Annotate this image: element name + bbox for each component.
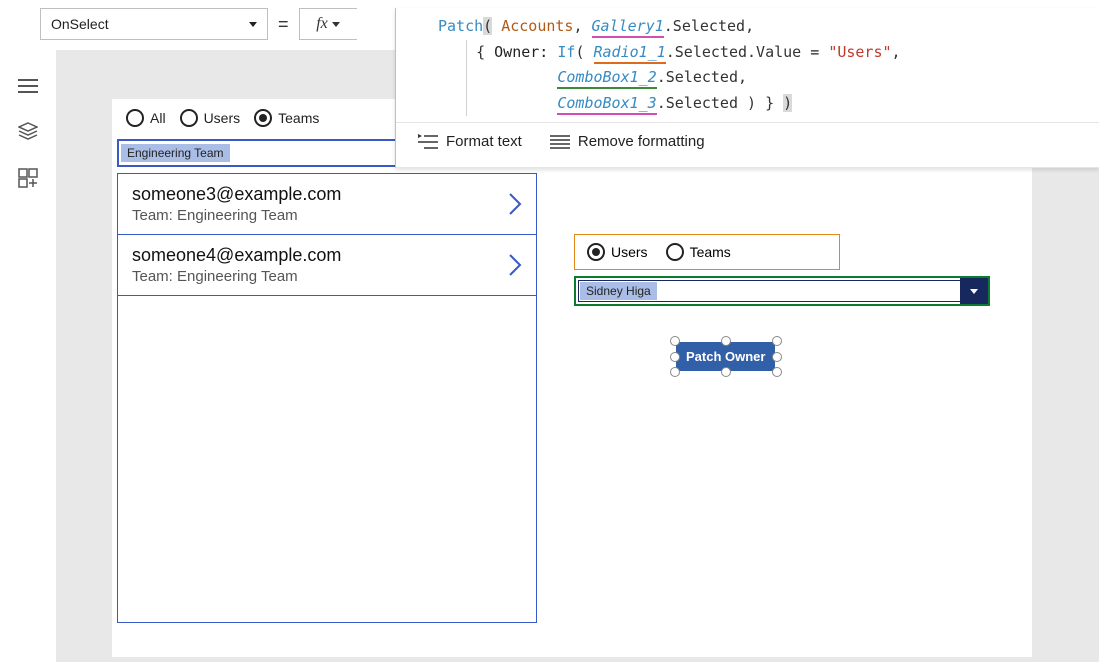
radio-label: Users — [611, 244, 648, 260]
formula-text[interactable]: Patch( Accounts, Gallery1.Selected, { Ow… — [396, 8, 1099, 122]
hamburger-icon[interactable] — [18, 78, 38, 94]
combobox-chip: Engineering Team — [121, 144, 230, 162]
radio-icon — [254, 109, 272, 127]
radio-label: Teams — [690, 244, 731, 260]
formula-bar-expanded[interactable]: Patch( Accounts, Gallery1.Selected, { Ow… — [395, 8, 1099, 168]
resize-handle-icon[interactable] — [721, 367, 731, 377]
layers-icon[interactable] — [18, 122, 38, 140]
radio-icon — [587, 243, 605, 261]
user-combobox[interactable]: Sidney Higa — [574, 276, 990, 306]
format-text-label: Format text — [446, 133, 522, 150]
chevron-down-icon — [960, 278, 988, 304]
remove-formatting-label: Remove formatting — [578, 133, 705, 150]
fx-button[interactable]: fx — [299, 8, 357, 40]
selected-control: Patch Owner — [676, 342, 776, 371]
gallery-item-subtitle: Team: Engineering Team — [132, 207, 341, 224]
gallery-item-title: someone3@example.com — [132, 184, 341, 205]
radio-teams[interactable]: Teams — [666, 243, 731, 261]
chevron-down-icon — [332, 22, 340, 27]
property-dropdown[interactable]: OnSelect — [40, 8, 268, 40]
chevron-right-icon — [508, 192, 522, 216]
radio-group-ownertype[interactable]: Users Teams — [574, 234, 840, 270]
radio-users[interactable]: Users — [180, 109, 241, 127]
property-name: OnSelect — [51, 16, 109, 32]
resize-handle-icon[interactable] — [670, 367, 680, 377]
remove-format-icon — [550, 134, 570, 150]
resize-handle-icon[interactable] — [772, 336, 782, 346]
radio-users[interactable]: Users — [587, 243, 648, 261]
gallery-item-subtitle: Team: Engineering Team — [132, 268, 341, 285]
resize-handle-icon[interactable] — [721, 336, 731, 346]
radio-label: Teams — [278, 110, 319, 126]
gallery-item[interactable]: someone4@example.com Team: Engineering T… — [118, 235, 536, 296]
gallery-item-title: someone4@example.com — [132, 245, 341, 266]
resize-handle-icon[interactable] — [670, 352, 680, 362]
resize-handle-icon[interactable] — [772, 367, 782, 377]
radio-all[interactable]: All — [126, 109, 166, 127]
chevron-right-icon — [508, 253, 522, 277]
equals-label: = — [278, 14, 289, 35]
owner-gallery[interactable]: someone3@example.com Team: Engineering T… — [117, 173, 537, 623]
gallery-item[interactable]: someone3@example.com Team: Engineering T… — [118, 174, 536, 235]
fx-icon: fx — [316, 15, 328, 33]
resize-handle-icon[interactable] — [772, 352, 782, 362]
combobox-chip: Sidney Higa — [580, 282, 657, 300]
insert-icon[interactable] — [18, 168, 38, 188]
resize-handle-icon[interactable] — [670, 336, 680, 346]
radio-icon — [126, 109, 144, 127]
format-text-button[interactable]: Format text — [418, 133, 522, 150]
format-icon — [418, 134, 438, 150]
radio-label: All — [150, 110, 166, 126]
radio-icon — [666, 243, 684, 261]
radio-label: Users — [204, 110, 241, 126]
radio-icon — [180, 109, 198, 127]
remove-formatting-button[interactable]: Remove formatting — [550, 133, 705, 150]
radio-teams[interactable]: Teams — [254, 109, 319, 127]
chevron-down-icon — [249, 22, 257, 27]
